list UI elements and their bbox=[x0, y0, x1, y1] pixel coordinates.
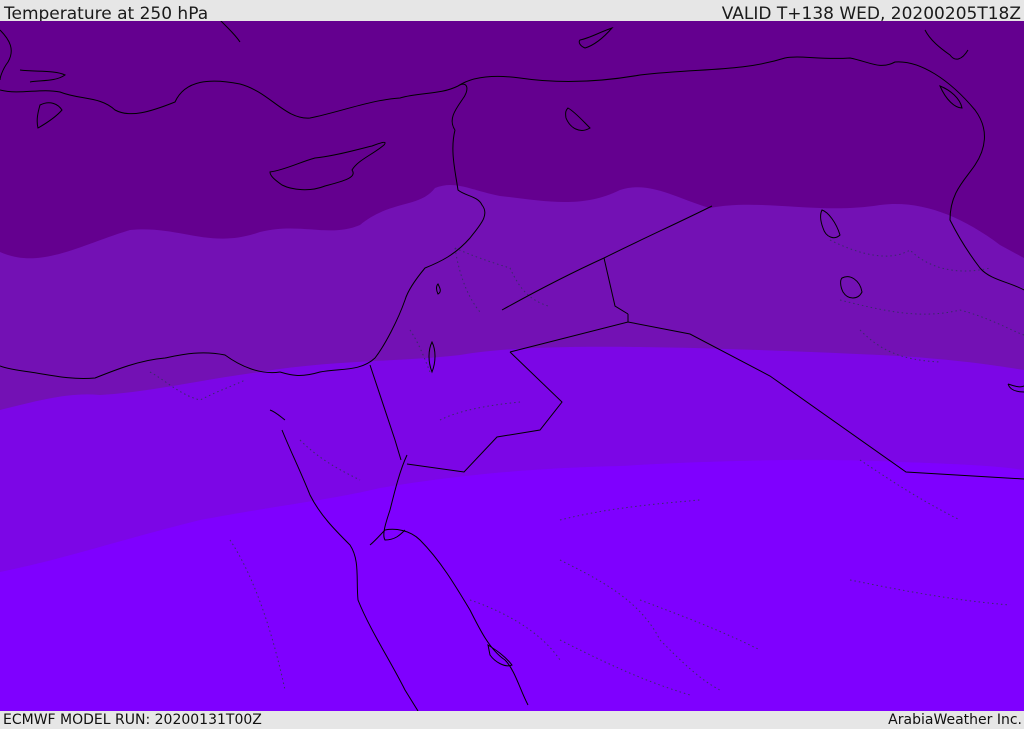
weather-map[interactable] bbox=[0, 21, 1024, 711]
footer-bar: ECMWF MODEL RUN: 20200131T00Z ArabiaWeat… bbox=[0, 711, 1024, 729]
header-bar: Temperature at 250 hPa VALID T+138 WED, … bbox=[0, 0, 1024, 24]
model-run-label: ECMWF MODEL RUN: 20200131T00Z bbox=[3, 712, 262, 728]
credit-label: ArabiaWeather Inc. bbox=[888, 712, 1022, 728]
